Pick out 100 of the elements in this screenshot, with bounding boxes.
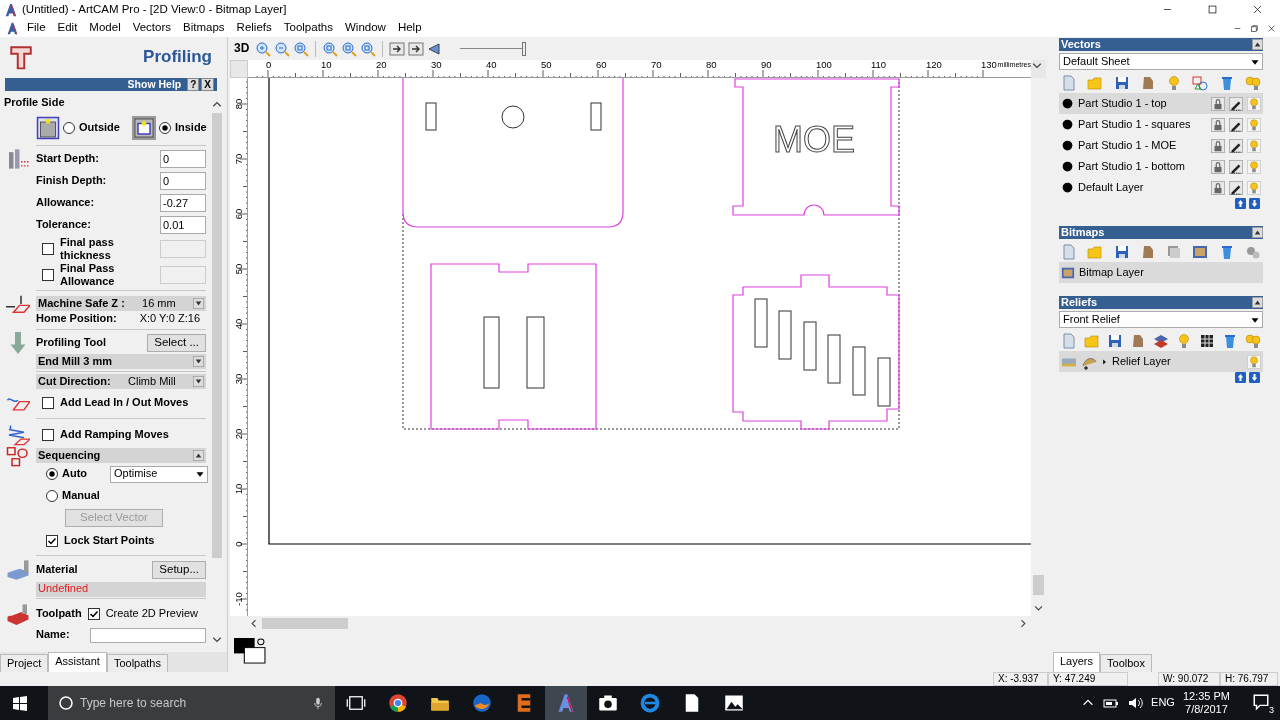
pen-icon[interactable]	[1229, 117, 1243, 132]
scroll-left-icon[interactable]	[248, 618, 259, 629]
slot-outline[interactable]	[827, 334, 841, 384]
browser-icon[interactable]	[388, 693, 408, 713]
picture-frame-icon[interactable]	[1192, 244, 1209, 260]
slider-thumb[interactable]	[522, 41, 527, 56]
globe-icon[interactable]	[472, 693, 492, 713]
scroll-right-icon[interactable]	[1018, 618, 1029, 629]
part-outline[interactable]	[430, 263, 597, 430]
menu-item[interactable]: Help	[391, 21, 428, 35]
view-3d-button[interactable]: 3D	[234, 41, 250, 56]
move-up-icon[interactable]	[1235, 372, 1246, 383]
tool-dropdown[interactable]: End Mill 3 mm	[36, 354, 206, 369]
slot-outline[interactable]	[803, 321, 817, 371]
save-icon[interactable]	[1113, 75, 1130, 91]
expand-icon[interactable]	[1101, 357, 1108, 366]
slot-outline[interactable]	[778, 310, 792, 360]
panel-tab[interactable]: Assistant	[48, 651, 107, 672]
zoom-out-icon[interactable]	[274, 40, 291, 57]
collapse-icon[interactable]	[1252, 227, 1263, 238]
collapse-icon[interactable]	[193, 450, 204, 461]
camera-icon[interactable]	[598, 693, 618, 713]
clock-date[interactable]: 7/8/2017	[1185, 703, 1228, 716]
checkbox[interactable]	[87, 608, 100, 620]
slot-outline[interactable]	[877, 357, 891, 407]
menu-item[interactable]: File	[21, 21, 52, 35]
layer-dot-icon[interactable]	[1061, 181, 1074, 194]
layer-row[interactable]: Part Studio 1 - MOE	[1059, 135, 1263, 156]
slot-outline[interactable]	[852, 346, 866, 396]
layer-dot-icon[interactable]	[1061, 139, 1074, 152]
start-icon[interactable]	[12, 695, 28, 711]
save-icon[interactable]	[1113, 244, 1130, 260]
shapes-icon[interactable]	[1192, 75, 1209, 91]
maximize-icon[interactable]	[1207, 4, 1218, 15]
menu-item[interactable]: Bitmaps	[177, 21, 231, 35]
move-down-icon[interactable]	[1249, 372, 1260, 383]
zoom-icon[interactable]	[341, 40, 358, 57]
layer-dot-icon[interactable]	[1061, 97, 1074, 110]
part-outline[interactable]	[732, 78, 900, 216]
move-up-icon[interactable]	[1235, 198, 1246, 209]
part-outline[interactable]	[732, 274, 900, 430]
close-icon[interactable]	[1267, 23, 1276, 33]
scroll-thumb[interactable]	[1033, 575, 1044, 595]
safe-z-dropdown[interactable]: Machine Safe Z : 16 mm	[36, 296, 206, 311]
profile-outside-icon[interactable]	[36, 116, 60, 140]
zoom-icon[interactable]	[322, 40, 339, 57]
zoom-icon[interactable]	[360, 40, 377, 57]
move-down-icon[interactable]	[1249, 198, 1260, 209]
menu-item[interactable]: Reliefs	[230, 21, 278, 35]
microphone-icon[interactable]	[311, 696, 325, 710]
radio-button[interactable]	[158, 122, 171, 134]
scroll-thumb[interactable]	[212, 113, 222, 558]
radio-button[interactable]	[63, 122, 75, 134]
radio-button[interactable]	[46, 468, 58, 480]
restore-icon[interactable]	[1250, 23, 1259, 33]
bulb-icon[interactable]	[1176, 333, 1192, 349]
panel-tab[interactable]: Layers	[1053, 651, 1101, 672]
panel-tab[interactable]: Toolpaths	[106, 653, 168, 672]
bulb-icon[interactable]	[1247, 354, 1261, 369]
menu-item[interactable]: Model	[83, 21, 127, 35]
method-dropdown[interactable]: Optimise	[110, 465, 208, 483]
bulbs-icon[interactable]	[1244, 75, 1261, 91]
name-field[interactable]	[90, 627, 206, 643]
color-swatch-icon[interactable]	[234, 638, 266, 664]
cut-direction-dropdown[interactable]: Cut Direction: Climb Mill	[36, 374, 206, 389]
profile-inside-icon[interactable]	[131, 116, 156, 140]
hole-outline[interactable]	[501, 105, 525, 129]
slot-outline[interactable]	[483, 316, 500, 389]
checkbox[interactable]	[46, 535, 58, 547]
layer-row[interactable]: Part Studio 1 - bottom	[1059, 156, 1263, 177]
panel-tab[interactable]: Project	[0, 653, 49, 672]
setup-button[interactable]: Setup...	[152, 561, 206, 579]
image-icon[interactable]	[724, 693, 744, 713]
number-field[interactable]: 0	[160, 172, 206, 190]
delete-icon[interactable]	[1222, 333, 1238, 349]
menu-item[interactable]: Vectors	[126, 21, 178, 35]
layer-dot-icon[interactable]	[1061, 118, 1074, 131]
clock-time[interactable]: 12:35 PM	[1182, 690, 1230, 703]
notification-icon[interactable]	[1252, 693, 1270, 711]
slot-outline[interactable]	[754, 298, 768, 348]
slot-outline[interactable]	[526, 316, 545, 389]
layer-row[interactable]: Relief Layer	[1059, 351, 1263, 372]
close-icon[interactable]	[1252, 4, 1263, 15]
menu-item[interactable]: Edit	[51, 21, 84, 35]
scroll-down-icon[interactable]	[1033, 603, 1044, 614]
number-field[interactable]: 0	[160, 150, 206, 168]
app-logo-icon[interactable]	[6, 21, 19, 35]
lock-icon[interactable]	[1211, 180, 1225, 195]
save-icon[interactable]	[1107, 333, 1123, 349]
lock-icon[interactable]	[1211, 117, 1225, 132]
engraved-text[interactable]: MOE	[773, 119, 855, 160]
bulbs-icon[interactable]	[1245, 333, 1261, 349]
number-field[interactable]: 0.01	[160, 216, 206, 234]
pen-icon[interactable]	[1229, 138, 1243, 153]
sheet-dropdown[interactable]: Front Relief	[1059, 311, 1263, 328]
lock-icon[interactable]	[1211, 96, 1225, 111]
zoom-icon[interactable]	[293, 40, 310, 57]
checkbox[interactable]	[42, 428, 54, 441]
layer-row[interactable]: Part Studio 1 - top	[1059, 93, 1263, 114]
help-button[interactable]: ?	[187, 78, 200, 91]
